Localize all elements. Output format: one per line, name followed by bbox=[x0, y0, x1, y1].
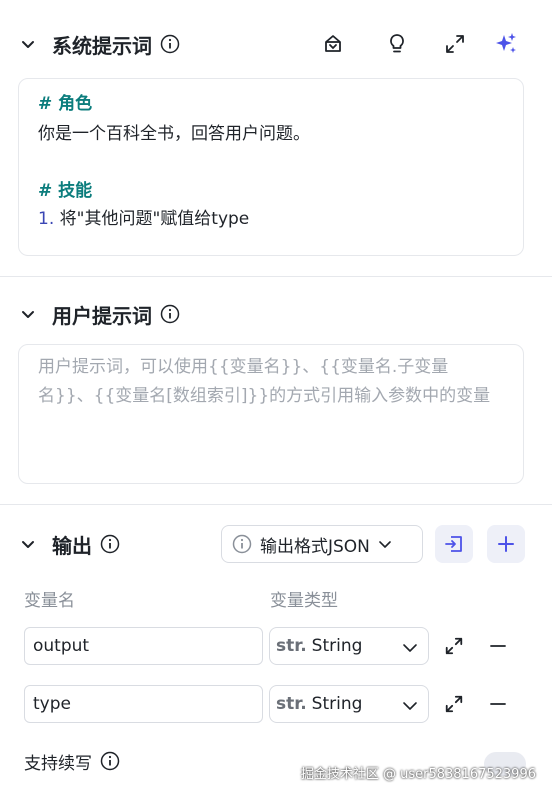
variable-type-label: String bbox=[311, 636, 363, 656]
output-format-select[interactable]: 输出格式JSON bbox=[221, 525, 423, 563]
expand-icon[interactable] bbox=[441, 30, 469, 58]
column-header-variable-name: 变量名 bbox=[24, 591, 75, 611]
output-header: 输出 bbox=[20, 530, 120, 558]
variable-type-select[interactable]: str. String bbox=[269, 685, 429, 723]
expand-icon[interactable] bbox=[440, 690, 468, 718]
remove-variable-button[interactable] bbox=[484, 632, 512, 660]
system-prompt-header: 系统提示词 bbox=[20, 30, 180, 58]
divider bbox=[0, 276, 552, 277]
markdown-heading-skills: # 技能 bbox=[38, 181, 93, 201]
collapse-chevron-icon[interactable] bbox=[20, 536, 36, 552]
user-prompt-title: 用户提示词 bbox=[52, 303, 152, 328]
collapse-chevron-icon[interactable] bbox=[20, 36, 36, 52]
minus-icon bbox=[490, 645, 506, 647]
chevron-down-icon bbox=[402, 640, 418, 656]
variable-type-select[interactable]: str. String bbox=[269, 627, 429, 665]
collapse-chevron-icon[interactable] bbox=[20, 306, 36, 322]
list-number: 1. bbox=[38, 209, 55, 229]
string-type-icon: str. bbox=[276, 636, 307, 656]
info-icon[interactable] bbox=[100, 751, 120, 771]
user-prompt-header: 用户提示词 bbox=[20, 300, 180, 328]
chevron-down-icon bbox=[402, 698, 418, 714]
continue-write-label: 支持续写 bbox=[24, 753, 92, 774]
markdown-heading-role: # 角色 bbox=[38, 94, 93, 114]
string-type-icon: str. bbox=[276, 694, 307, 714]
ai-sparkle-icon[interactable] bbox=[492, 30, 520, 58]
info-icon bbox=[232, 534, 252, 554]
lightbulb-icon[interactable] bbox=[383, 30, 411, 58]
chevron-down-icon bbox=[378, 537, 392, 551]
output-format-label: 输出格式JSON bbox=[260, 536, 370, 557]
import-icon bbox=[445, 536, 462, 552]
expand-icon[interactable] bbox=[440, 632, 468, 660]
import-button[interactable] bbox=[435, 525, 473, 563]
info-icon[interactable] bbox=[160, 304, 180, 324]
info-icon[interactable] bbox=[100, 534, 120, 554]
info-icon[interactable] bbox=[160, 34, 180, 54]
prompt-text-line: 你是一个百科全书，回答用户问题。 bbox=[38, 124, 310, 144]
add-variable-button[interactable] bbox=[487, 525, 525, 563]
plus-icon bbox=[498, 536, 514, 552]
variable-type-label: String bbox=[311, 694, 363, 714]
variable-name-input[interactable]: output bbox=[24, 627, 263, 665]
minus-icon bbox=[490, 703, 506, 705]
user-prompt-placeholder: 用户提示词，可以使用{{变量名}}、{{变量名.子变量名}}、{{变量名[数组索… bbox=[38, 357, 491, 406]
list-item-text: 将"其他问题"赋值给type bbox=[59, 209, 250, 229]
watermark: 掘金技术社区 @ user5838167523996 bbox=[300, 767, 536, 782]
column-header-variable-type: 变量类型 bbox=[270, 591, 338, 611]
user-prompt-input[interactable]: 用户提示词，可以使用{{变量名}}、{{变量名.子变量名}}、{{变量名[数组索… bbox=[18, 344, 524, 484]
divider bbox=[0, 504, 552, 505]
prompt-library-icon[interactable] bbox=[319, 30, 347, 58]
output-title: 输出 bbox=[52, 533, 92, 558]
remove-variable-button[interactable] bbox=[484, 690, 512, 718]
system-prompt-editor[interactable]: # 角色 你是一个百科全书，回答用户问题。 # 技能 1. 将"其他问题"赋值给… bbox=[18, 78, 524, 256]
system-prompt-title: 系统提示词 bbox=[52, 33, 152, 58]
list-item: 1. 将"其他问题"赋值给type bbox=[38, 204, 249, 229]
continue-write-row: 支持续写 bbox=[24, 748, 120, 774]
variable-name-input[interactable]: type bbox=[24, 685, 263, 723]
